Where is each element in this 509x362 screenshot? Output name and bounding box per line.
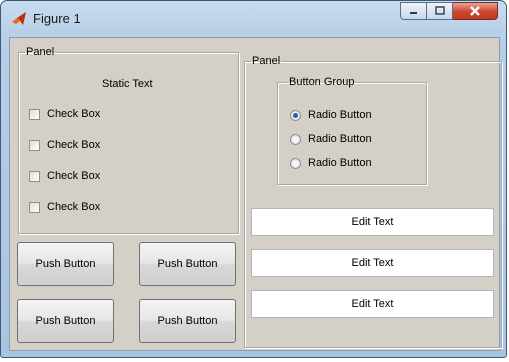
check-box-label: Check Box xyxy=(47,170,101,182)
close-button[interactable] xyxy=(453,2,498,20)
radio-button-3[interactable]: Radio Button xyxy=(290,157,372,169)
radio-button-label: Radio Button xyxy=(308,133,372,145)
check-box-4[interactable]: Check Box xyxy=(29,201,100,213)
right-panel-title: Panel xyxy=(252,55,281,67)
left-panel-title: Panel xyxy=(26,46,55,58)
edit-text-3[interactable]: Edit Text xyxy=(251,290,494,318)
minimize-button[interactable] xyxy=(400,2,427,20)
push-button-2[interactable]: Push Button xyxy=(139,242,236,286)
push-button-4[interactable]: Push Button xyxy=(139,299,236,343)
check-box-1[interactable]: Check Box xyxy=(29,108,100,120)
push-button-3[interactable]: Push Button xyxy=(17,299,114,343)
title-bar[interactable]: Figure 1 xyxy=(1,1,506,37)
check-box-2[interactable]: Check Box xyxy=(29,139,100,151)
window-title: Figure 1 xyxy=(33,11,81,26)
button-group: Button Group Radio Button Radio Button R… xyxy=(277,76,427,185)
matlab-icon xyxy=(12,12,26,25)
checkbox-square[interactable] xyxy=(29,201,40,213)
checkbox-square[interactable] xyxy=(29,108,40,120)
radio-button-1[interactable]: Radio Button xyxy=(290,109,372,121)
radio-circle[interactable] xyxy=(290,133,301,145)
radio-button-label: Radio Button xyxy=(308,157,372,169)
check-box-label: Check Box xyxy=(47,201,101,213)
maximize-icon xyxy=(434,6,445,15)
edit-text-1[interactable]: Edit Text xyxy=(251,208,494,236)
check-box-label: Check Box xyxy=(47,108,101,120)
checkbox-square[interactable] xyxy=(29,139,40,151)
radio-circle[interactable] xyxy=(290,157,301,169)
close-icon xyxy=(470,6,480,16)
figure-window: Figure 1 Panel Static Text Check Box Che… xyxy=(0,0,507,358)
radio-button-label: Radio Button xyxy=(308,109,372,121)
minimize-icon xyxy=(409,12,417,14)
static-text: Static Text xyxy=(102,78,153,90)
left-panel: Panel Static Text Check Box Check Box Ch… xyxy=(18,46,239,234)
check-box-label: Check Box xyxy=(47,139,101,151)
radio-button-2[interactable]: Radio Button xyxy=(290,133,372,145)
figure-client-area: Panel Static Text Check Box Check Box Ch… xyxy=(9,37,502,351)
radio-circle[interactable] xyxy=(290,109,301,121)
maximize-button[interactable] xyxy=(427,2,453,20)
button-group-title: Button Group xyxy=(289,76,355,88)
check-box-3[interactable]: Check Box xyxy=(29,170,100,182)
push-button-1[interactable]: Push Button xyxy=(17,242,114,286)
edit-text-2[interactable]: Edit Text xyxy=(251,249,494,277)
checkbox-square[interactable] xyxy=(29,170,40,182)
